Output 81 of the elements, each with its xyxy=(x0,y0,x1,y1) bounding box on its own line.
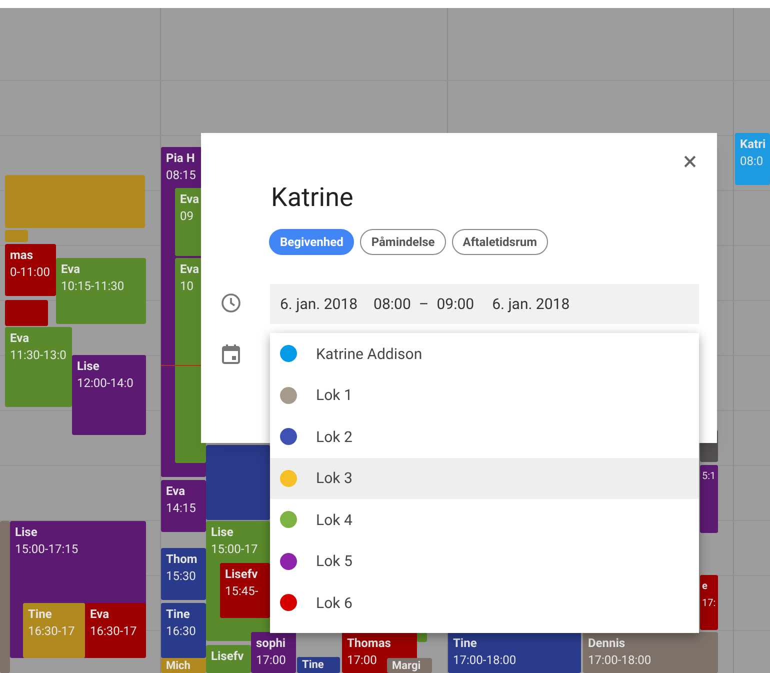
calendar-event[interactable]: 5:1 xyxy=(700,465,718,533)
event-name: Tine xyxy=(453,635,477,652)
event-time: 17:00-18:00 xyxy=(453,652,516,669)
end-date[interactable]: 6. jan. 2018 xyxy=(492,292,570,316)
event-time: 10:15-11:30 xyxy=(61,278,124,295)
event-time: 16:30-17 xyxy=(90,623,137,640)
event-time: 16:30-17 xyxy=(28,623,75,640)
type-chip[interactable]: Begivenhed xyxy=(269,229,354,255)
event-title-field[interactable]: Katrine xyxy=(271,179,354,218)
event-name: Katri xyxy=(740,136,766,153)
event-name: Lisefv xyxy=(225,566,258,583)
event-name: Eva xyxy=(166,483,186,500)
event-time: 15:45- xyxy=(225,583,258,600)
close-button[interactable]: × xyxy=(683,149,697,175)
event-time: 08:15 xyxy=(166,167,196,184)
event-name: e xyxy=(702,580,708,594)
type-chip[interactable]: Aftaletidsrum xyxy=(452,229,548,255)
calendar-event[interactable]: Eva 14:15 xyxy=(161,480,206,532)
start-time[interactable]: 08:00 xyxy=(374,292,411,316)
event-name: Pia H xyxy=(166,150,195,167)
event-name: Lise xyxy=(211,524,234,541)
event-name: Eva xyxy=(180,261,200,278)
type-chip[interactable]: Påmindelse xyxy=(360,229,446,255)
event-time: 14:15 xyxy=(166,500,196,517)
event-time: 16:30 xyxy=(166,623,196,640)
event-time: 08:0 xyxy=(740,153,764,170)
calendar-option[interactable]: Lok 3 xyxy=(270,458,699,499)
event-name: Tine xyxy=(166,606,190,623)
event-name: Thomas xyxy=(347,635,391,652)
calendar-event[interactable]: Tine 17:00-18:00 xyxy=(448,632,581,673)
event-time: 12:00-14:0 xyxy=(77,375,134,392)
calendar-event[interactable]: Margi xyxy=(387,658,432,673)
calendar-event[interactable]: mas 0-11:00 xyxy=(5,244,56,296)
calendar-option[interactable]: Lok 5 xyxy=(270,540,699,582)
event-name: Eva xyxy=(10,330,30,347)
calendar-option[interactable]: Lok 1 xyxy=(270,374,699,416)
calendar-option[interactable]: Lok 4 xyxy=(270,499,699,540)
calendar-option[interactable]: Katrine Addison xyxy=(270,333,699,374)
calendar-event[interactable]: sophi 17:00 xyxy=(251,632,296,673)
event-name: Eva xyxy=(90,606,110,623)
calendar-event[interactable]: Eva 16:30-17 xyxy=(85,603,146,658)
event-time: 09 xyxy=(180,208,194,225)
event-name: Lise xyxy=(77,358,100,375)
calendar-option[interactable]: Lok 2 xyxy=(270,416,699,458)
end-time[interactable]: 09:00 xyxy=(436,292,474,316)
event-time: 10 xyxy=(180,278,194,295)
calendar-event[interactable]: Lisefv 15:45- xyxy=(220,563,270,618)
event-time: 17:00-18:00 xyxy=(588,652,652,669)
event-time: 17: xyxy=(702,597,716,611)
calendar-event[interactable]: Lise 15:00-17 Lisefv 15:45- xyxy=(206,521,270,641)
event-time: 17:00 xyxy=(256,652,286,669)
calendar-event[interactable]: Lise 15:00-17:15 Tine 16:30-17 Eva 16:30-17 xyxy=(10,521,146,658)
clock-icon xyxy=(221,293,241,313)
event-name: Eva xyxy=(180,191,200,208)
calendar-icon xyxy=(222,344,240,364)
calendar-option[interactable]: Lok 6 xyxy=(270,582,699,624)
calendar-event[interactable] xyxy=(417,632,427,642)
calendar-event[interactable]: Dennis 17:00-18:00 xyxy=(583,632,718,673)
event-name: Eva xyxy=(61,261,80,278)
calendar-event[interactable]: Tine 16:30 xyxy=(161,603,206,658)
event-name: Mich xyxy=(166,659,190,672)
event-time: 15:30 xyxy=(166,568,196,585)
event-time: 17:00 xyxy=(347,652,377,669)
event-name: Dennis xyxy=(588,635,626,652)
event-time: 15:00-17 xyxy=(211,541,258,558)
event-name: Thom xyxy=(166,551,198,568)
calendar-event[interactable]: Lise 12:00-14:0 xyxy=(72,355,146,435)
event-time: 0-11:00 xyxy=(10,264,50,281)
start-date[interactable]: 6. jan. 2018 xyxy=(280,292,358,316)
event-name: Tine xyxy=(28,606,52,623)
event-time: 11:30-13:0 xyxy=(10,347,66,364)
event-name: Lise xyxy=(15,524,38,541)
event-time: 15:00-17:15 xyxy=(15,541,78,558)
event-name: Lisefv xyxy=(211,648,244,665)
event-name: mas xyxy=(10,247,33,264)
event-name: Tine xyxy=(302,658,324,671)
time-separator: – xyxy=(418,294,429,315)
calendar-event[interactable]: Tine xyxy=(297,657,340,673)
calendar-event[interactable]: Thom 15:30 xyxy=(161,548,206,600)
calendar-event[interactable]: e 17: xyxy=(700,575,718,630)
event-time: 5:1 xyxy=(702,470,716,484)
